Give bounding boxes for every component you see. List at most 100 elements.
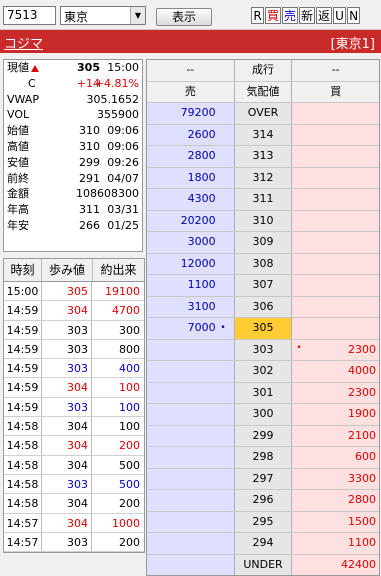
tick-price: 304 [42, 455, 92, 474]
board-buy-qty[interactable]: 1900 [292, 404, 379, 425]
info-row-amount: 金額 108608300 [4, 186, 142, 202]
board-price[interactable]: OVER [234, 103, 293, 124]
board-buy-qty[interactable] [292, 275, 379, 296]
board-sell-qty[interactable] [147, 490, 235, 511]
board-buy-qty[interactable] [292, 232, 379, 253]
board-row: 296 2800 [147, 490, 379, 512]
board-row: 12000 308 [147, 253, 379, 275]
board-sell-qty[interactable]: 7000 • [147, 318, 235, 339]
board-sell-qty[interactable]: 3100 [147, 296, 235, 317]
board-buy-qty[interactable]: 2800 [292, 490, 379, 511]
buy-qty-value: 1100 [348, 536, 376, 549]
tick-qty: 500 [119, 458, 140, 472]
board-price[interactable]: 295 [234, 511, 293, 532]
board-buy-qty[interactable] [292, 253, 379, 274]
stock-name-bar: コジマ [東京1] [0, 30, 381, 53]
n-button[interactable]: N [347, 7, 361, 24]
board-sell-qty[interactable] [147, 361, 235, 382]
tick-qty: 200 [119, 439, 140, 453]
board-buy-qty[interactable] [292, 124, 379, 145]
board-row: 2600 314 [147, 124, 379, 146]
board-buy-qty[interactable]: 3300 [292, 468, 379, 489]
board-current-price[interactable]: 305 [234, 318, 293, 339]
amount-value: 108608300 [76, 187, 139, 201]
board-price[interactable]: 311 [234, 189, 293, 210]
board-row: 3000 309 [147, 232, 379, 254]
board-buy-qty[interactable] [292, 189, 379, 210]
board-sell-qty[interactable]: 1800 [147, 167, 235, 188]
board-buy-qty[interactable]: • 2300 [292, 339, 379, 360]
sell-qty-value: 79200 [180, 106, 216, 119]
info-row-vol: VOL 355900 [4, 107, 142, 123]
board-price[interactable]: 313 [234, 146, 293, 167]
board-price[interactable]: 306 [234, 296, 293, 317]
board-buy-qty[interactable] [292, 103, 379, 124]
board-price[interactable]: 307 [234, 275, 293, 296]
board-price[interactable]: 302 [234, 361, 293, 382]
board-price[interactable]: 298 [234, 447, 293, 468]
new-order-button[interactable]: 新 [299, 7, 316, 24]
prev-date: 04/07 [107, 171, 139, 185]
board-sell-qty[interactable] [147, 447, 235, 468]
board-buy-qty[interactable] [292, 318, 379, 339]
tick-price: 304 [42, 301, 92, 320]
board-sell-qty[interactable] [147, 511, 235, 532]
board-buy-qty[interactable]: 1500 [292, 511, 379, 532]
chevron-down-icon[interactable]: ▼ [130, 7, 145, 24]
board-price[interactable]: 301 [234, 382, 293, 403]
board-buy-qty[interactable] [292, 210, 379, 231]
board-sell-qty[interactable]: 3000 [147, 232, 235, 253]
board-sell-qty[interactable]: 2600 [147, 124, 235, 145]
order-board: -- 成行 -- 売 気配値 買 79200 OVER 2600 314 2800 313… [146, 59, 380, 576]
board-buy-qty[interactable] [292, 146, 379, 167]
board-buy-qty[interactable] [292, 167, 379, 188]
repay-button[interactable]: 返 [316, 7, 333, 24]
board-price[interactable]: 310 [234, 210, 293, 231]
buy-button[interactable]: 買 [265, 7, 282, 24]
board-price[interactable]: 300 [234, 404, 293, 425]
board-buy-qty[interactable]: 2100 [292, 425, 379, 446]
board-price[interactable]: 296 [234, 490, 293, 511]
board-sell-qty[interactable] [147, 339, 235, 360]
board-price[interactable]: 312 [234, 167, 293, 188]
board-row: 2800 313 [147, 146, 379, 168]
board-sell-qty[interactable] [147, 468, 235, 489]
show-button[interactable]: 表示 [156, 8, 212, 26]
board-price[interactable]: 299 [234, 425, 293, 446]
sell-button[interactable]: 売 [282, 7, 299, 24]
board-sell-qty[interactable] [147, 404, 235, 425]
board-sell-qty[interactable]: 12000 [147, 253, 235, 274]
board-sell-qty[interactable]: 20200 [147, 210, 235, 231]
market-select[interactable]: 東京 ▼ [60, 6, 146, 25]
board-buy-qty[interactable]: 1100 [292, 533, 379, 554]
u-button[interactable]: U [333, 7, 347, 24]
board-buy-qty[interactable] [292, 296, 379, 317]
board-sell-qty[interactable] [147, 382, 235, 403]
tick-table: 時刻 歩み値 約出来 15:00 305 19100 14:59 304 4700 14:5… [3, 258, 145, 554]
board-sell-qty[interactable] [147, 533, 235, 554]
refresh-button[interactable]: R [251, 7, 264, 24]
high-time: 09:06 [107, 139, 139, 153]
board-row: 299 2100 [147, 425, 379, 447]
board-price[interactable]: 314 [234, 124, 293, 145]
board-buy-qty[interactable]: 600 [292, 447, 379, 468]
tick-header-time[interactable]: 時刻 [4, 259, 42, 281]
board-price[interactable]: 294 [234, 533, 293, 554]
board-buy-qty[interactable]: 2300 [292, 382, 379, 403]
board-sell-qty[interactable]: 4300 [147, 189, 235, 210]
board-sell-qty[interactable]: 2800 [147, 146, 235, 167]
tick-header-qty[interactable]: 約出来 [93, 259, 144, 281]
board-sell-qty[interactable] [147, 425, 235, 446]
board-price[interactable]: 297 [234, 468, 293, 489]
tick-header-price[interactable]: 歩み値 [42, 259, 93, 281]
board-price[interactable]: 309 [234, 232, 293, 253]
stock-name-link[interactable]: コジマ [4, 33, 43, 52]
board-sell-qty[interactable]: 79200 [147, 103, 235, 124]
stock-code-input[interactable]: 7513 [3, 6, 56, 25]
board-price[interactable]: 303 [234, 339, 293, 360]
board-price[interactable]: 308 [234, 253, 293, 274]
info-row-open: 始値 310 09:06 [4, 123, 142, 139]
board-sell-qty[interactable]: 1100 [147, 275, 235, 296]
board-buy-qty[interactable]: 4000 [292, 361, 379, 382]
sell-qty-value: 4300 [187, 192, 216, 205]
